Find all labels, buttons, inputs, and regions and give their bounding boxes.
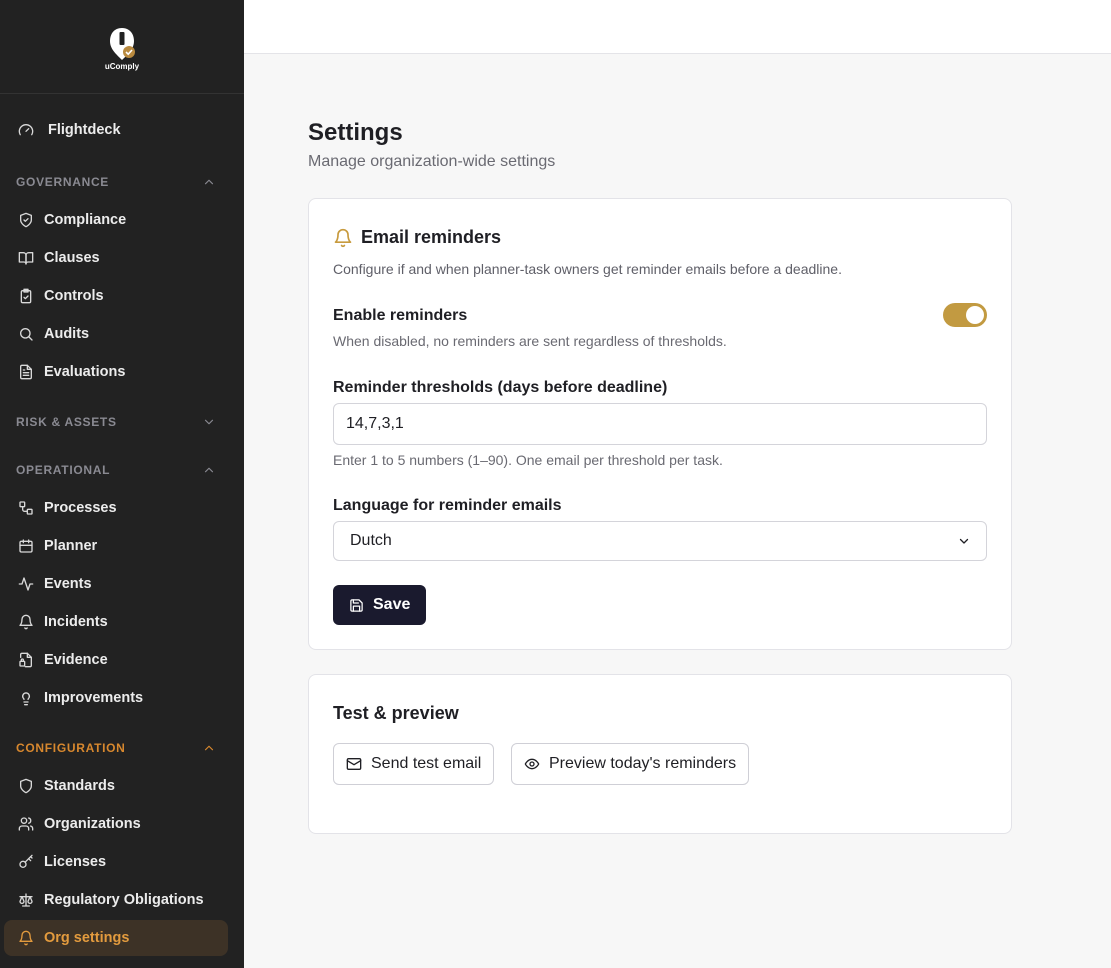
sidebar-item-label: Compliance [44, 212, 127, 228]
sidebar-item-label: Organizations [44, 816, 141, 832]
email-reminders-card: Email reminders Configure if and when pl… [308, 198, 1012, 650]
top-bar [244, 0, 1111, 54]
sidebar-item-processes[interactable]: Processes [16, 496, 117, 520]
email-reminders-description: Configure if and when planner-task owner… [333, 261, 842, 277]
file-lock-icon [16, 650, 36, 670]
shield-icon [16, 776, 36, 796]
sidebar-item-standards[interactable]: Standards [16, 774, 115, 798]
file-text-icon [16, 362, 36, 382]
sidebar-item-label: Regulatory Obligations [44, 892, 204, 908]
toggle-knob [966, 306, 984, 324]
sidebar-item-org-settings[interactable]: Org settings [4, 920, 228, 956]
sidebar-item-label: Controls [44, 288, 104, 304]
save-button-label: Save [373, 596, 411, 613]
mail-icon [346, 758, 362, 770]
calendar-icon [16, 536, 36, 556]
email-reminders-title: Email reminders [361, 227, 502, 247]
section-label: OPERATIONAL [16, 463, 111, 477]
search-icon [16, 324, 36, 344]
page-title: Settings [308, 119, 403, 146]
section-configuration[interactable]: CONFIGURATION [16, 741, 216, 755]
section-label: GOVERNANCE [16, 175, 110, 189]
sidebar-item-compliance[interactable]: Compliance [16, 208, 126, 232]
sidebar-item-label: Clauses [44, 250, 100, 266]
logo[interactable]: uComply [0, 0, 244, 94]
sidebar-item-label: Improvements [44, 690, 144, 706]
sidebar-item-evidence[interactable]: Evidence [16, 648, 108, 672]
enable-reminders-toggle[interactable] [943, 303, 987, 327]
book-open-icon [16, 248, 36, 268]
thresholds-label: Reminder thresholds (days before deadlin… [333, 379, 668, 396]
test-preview-card: Test & preview Send test email Preview t… [308, 674, 1012, 834]
enable-reminders-hint: When disabled, no reminders are sent reg… [333, 333, 727, 349]
shield-check-icon [16, 210, 36, 230]
section-governance[interactable]: GOVERNANCE [16, 175, 216, 189]
test-preview-title: Test & preview [333, 703, 459, 723]
clipboard-check-icon [16, 286, 36, 306]
sidebar-item-label: Flightdeck [48, 122, 121, 138]
send-test-email-label: Send test email [371, 755, 482, 772]
sidebar-item-controls[interactable]: Controls [16, 284, 104, 308]
sidebar-item-flightdeck[interactable]: Flightdeck [16, 118, 121, 142]
sidebar-item-events[interactable]: Events [16, 572, 92, 596]
sidebar-item-label: Evidence [44, 652, 108, 668]
logo-text: uComply [104, 62, 140, 71]
sidebar: uComply Flightdeck GOVERNANCE Compliance… [0, 0, 244, 968]
key-icon [16, 852, 36, 872]
send-test-email-button[interactable]: Send test email [333, 743, 495, 785]
sidebar-item-label: Incidents [44, 614, 108, 630]
language-select[interactable]: Dutch [333, 521, 987, 561]
thresholds-hint: Enter 1 to 5 numbers (1–90). One email p… [333, 452, 723, 468]
sidebar-item-regulatory-obligations[interactable]: Regulatory Obligations [16, 888, 204, 912]
preview-reminders-button[interactable]: Preview today's reminders [511, 743, 750, 785]
sidebar-item-label: Licenses [44, 854, 107, 870]
save-button[interactable]: Save [333, 585, 426, 625]
sidebar-item-evaluations[interactable]: Evaluations [16, 360, 125, 384]
chevron-down-icon [959, 538, 969, 544]
sidebar-item-label: Processes [44, 500, 117, 516]
sidebar-item-label: Evaluations [44, 364, 126, 380]
chevron-down-icon [204, 419, 214, 425]
section-risk-assets[interactable]: RISK & ASSETS [16, 415, 216, 429]
activity-icon [16, 574, 36, 594]
thresholds-input[interactable] [333, 403, 987, 445]
gauge-icon [16, 120, 36, 140]
section-operational[interactable]: OPERATIONAL [16, 463, 216, 477]
eye-icon [524, 758, 540, 770]
users-icon [16, 814, 36, 834]
sidebar-item-licenses[interactable]: Licenses [16, 850, 106, 874]
sidebar-item-label: Planner [44, 538, 98, 554]
sidebar-item-label: Events [44, 576, 92, 592]
chevron-up-icon [204, 467, 214, 473]
sidebar-item-improvements[interactable]: Improvements [16, 686, 143, 710]
section-label: CONFIGURATION [16, 741, 126, 755]
bell-icon [334, 228, 352, 247]
sidebar-item-clauses[interactable]: Clauses [16, 246, 100, 270]
workflow-icon [16, 498, 36, 518]
lightbulb-icon [16, 688, 36, 708]
language-label: Language for reminder emails [333, 497, 562, 514]
language-select-value: Dutch [350, 532, 392, 549]
email-reminders-header: Email reminders [333, 227, 501, 248]
section-label: RISK & ASSETS [16, 415, 117, 429]
sidebar-item-incidents[interactable]: Incidents [16, 610, 108, 634]
ucomply-logo-icon [110, 28, 135, 60]
sidebar-item-audits[interactable]: Audits [16, 322, 89, 346]
bell-icon [16, 928, 36, 948]
scale-icon [16, 890, 36, 910]
sidebar-item-label: Org settings [44, 930, 130, 946]
sidebar-item-label: Standards [44, 778, 115, 794]
bell-icon [16, 612, 36, 632]
sidebar-item-label: Audits [44, 326, 90, 342]
chevron-up-icon [204, 745, 214, 751]
preview-reminders-label: Preview today's reminders [549, 755, 737, 772]
save-icon [350, 598, 363, 612]
sidebar-item-organizations[interactable]: Organizations [16, 812, 141, 836]
page-subtitle: Manage organization-wide settings [308, 153, 556, 170]
chevron-up-icon [204, 179, 214, 185]
sidebar-item-planner[interactable]: Planner [16, 534, 97, 558]
enable-reminders-label: Enable reminders [333, 307, 468, 324]
